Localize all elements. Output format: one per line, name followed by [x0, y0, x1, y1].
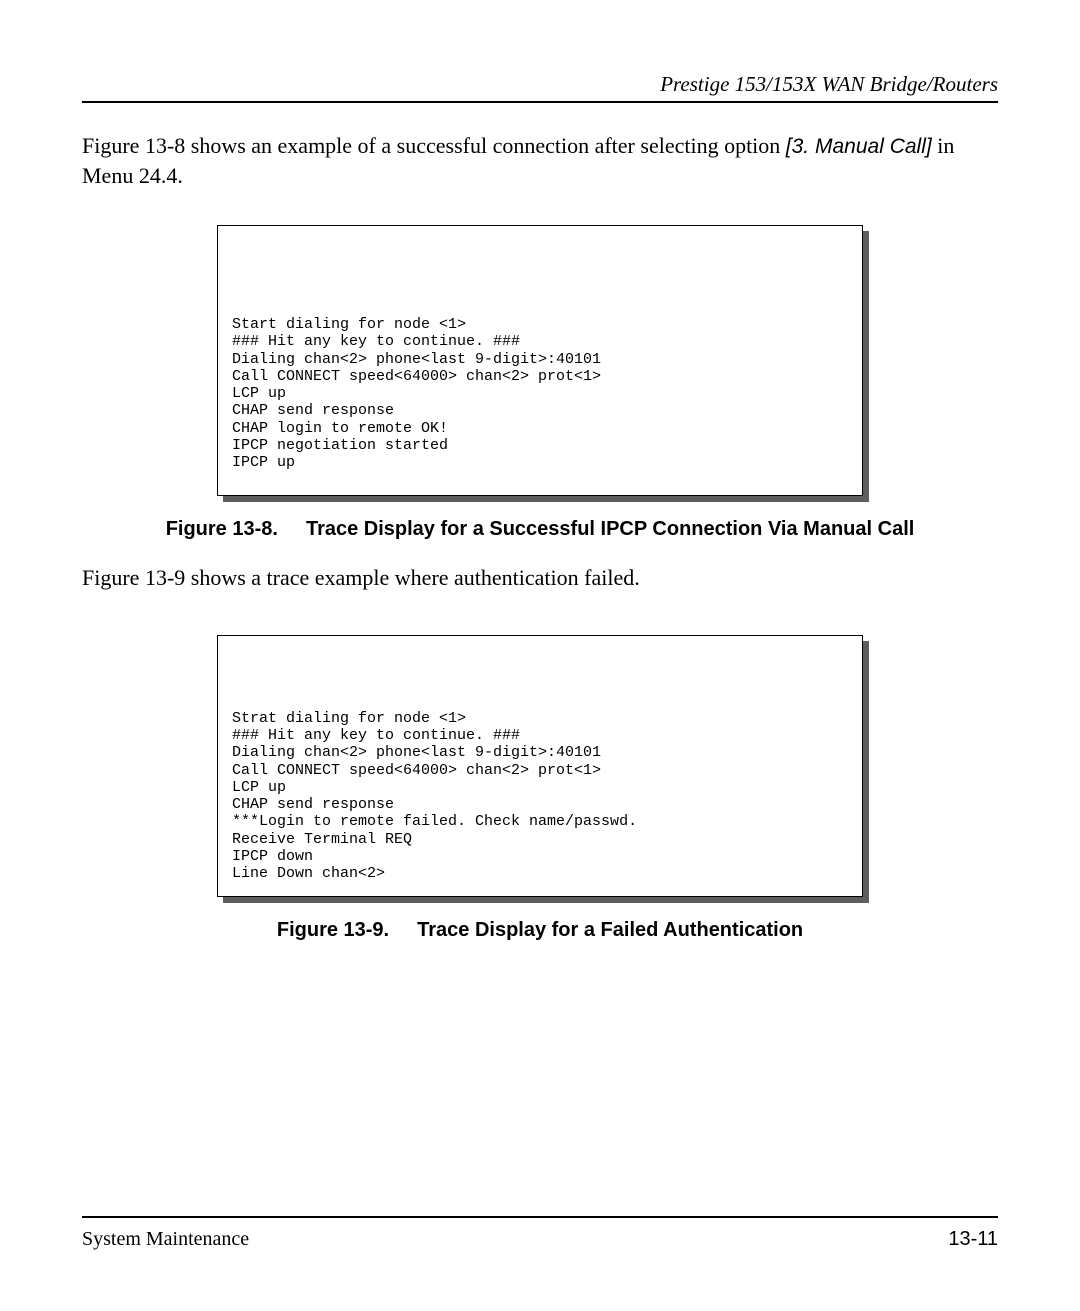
figure-13-8-caption: Figure 13-8. Trace Display for a Successf… — [82, 518, 998, 541]
caption-1-text: Trace Display for a Successful IPCP Conn… — [306, 518, 914, 540]
caption-2-text: Trace Display for a Failed Authenticatio… — [417, 919, 803, 941]
figure-13-9-box: Strat dialing for node <1> ### Hit any k… — [217, 635, 863, 898]
figure-13-8-box: Start dialing for node <1> ### Hit any k… — [217, 225, 863, 496]
footer-section-title: System Maintenance — [82, 1228, 249, 1251]
figure-13-9-caption: Figure 13-9. Trace Display for a Failed A… — [82, 919, 998, 942]
footer-rule: System Maintenance 13-11 — [82, 1216, 998, 1251]
paragraph-1-part-a: Figure 13-8 shows an example of a succes… — [82, 133, 786, 158]
trace-output-success: Start dialing for node <1> ### Hit any k… — [217, 225, 863, 496]
page: Prestige 153/153X WAN Bridge/Routers Fig… — [0, 0, 1080, 1311]
page-footer: System Maintenance 13-11 — [82, 1216, 998, 1251]
trace-output-failed: Strat dialing for node <1> ### Hit any k… — [217, 635, 863, 898]
footer-page-number: 13-11 — [948, 1228, 998, 1251]
paragraph-2: Figure 13-9 shows a trace example where … — [82, 563, 998, 593]
paragraph-1: Figure 13-8 shows an example of a succes… — [82, 131, 998, 191]
manual-call-reference: [3. Manual Call] — [786, 135, 932, 158]
header-rule: Prestige 153/153X WAN Bridge/Routers — [82, 72, 998, 103]
caption-1-number: Figure 13-8. — [166, 518, 278, 540]
caption-2-number: Figure 13-9. — [277, 919, 389, 941]
running-header: Prestige 153/153X WAN Bridge/Routers — [82, 72, 998, 101]
